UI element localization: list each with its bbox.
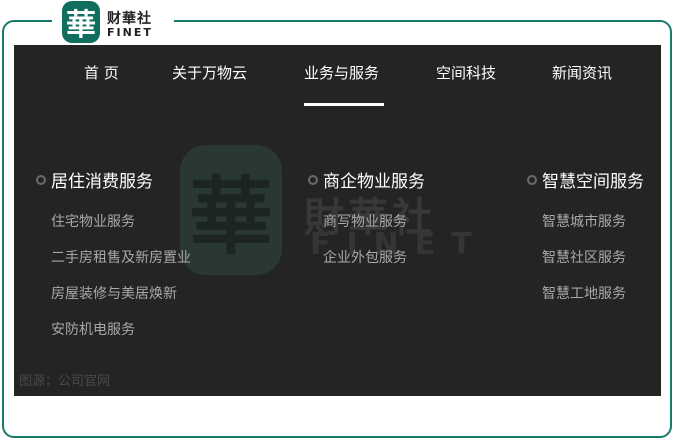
website-menu-panel: 華 財華社 FINET 首 页 关于万物云 业务与服务 空间科技 新闻资讯 居住…	[14, 45, 661, 396]
column-header: 居住消费服务	[36, 167, 296, 193]
finet-logo: 華 财華社 FINET	[52, 0, 174, 44]
menu-link[interactable]: 商写物业服务	[323, 211, 407, 231]
menu-column-smart-space: 智慧空间服务 智慧城市服务 智慧社区服务 智慧工地服务	[527, 167, 657, 367]
menu-link[interactable]: 房屋装修与美居焕新	[51, 283, 177, 303]
nav-item-business-services[interactable]: 业务与服务	[304, 62, 379, 83]
top-nav: 首 页 关于万物云 业务与服务 空间科技 新闻资讯	[14, 45, 661, 106]
bullet-dot-icon	[308, 175, 318, 185]
menu-link[interactable]: 智慧城市服务	[542, 211, 626, 231]
menu-link[interactable]: 智慧社区服务	[542, 247, 626, 267]
logo-name-cn: 财華社	[107, 11, 152, 27]
column-title[interactable]: 商企物业服务	[323, 167, 425, 192]
menu-link[interactable]: 智慧工地服务	[542, 283, 626, 303]
menu-link[interactable]: 安防机电服务	[51, 319, 135, 339]
menu-column-residential: 居住消费服务 住宅物业服务 二手房租售及新房置业 房屋装修与美居焕新 安防机电服…	[36, 167, 296, 367]
nav-item-home[interactable]: 首 页	[84, 62, 119, 83]
bullet-dot-icon	[36, 175, 46, 185]
column-title[interactable]: 智慧空间服务	[542, 167, 644, 192]
nav-item-about[interactable]: 关于万物云	[172, 62, 247, 83]
nav-item-news[interactable]: 新闻资讯	[552, 62, 612, 83]
menu-link[interactable]: 二手房租售及新房置业	[51, 247, 191, 267]
menu-link[interactable]: 住宅物业服务	[51, 211, 135, 231]
logo-seal-icon: 華	[62, 1, 100, 43]
menu-column-commercial: 商企物业服务 商写物业服务 企业外包服务	[308, 167, 508, 367]
bullet-dot-icon	[527, 175, 537, 185]
column-title[interactable]: 居住消费服务	[51, 167, 153, 192]
logo-name-en: FINET	[107, 26, 153, 39]
nav-item-space-tech[interactable]: 空间科技	[436, 62, 496, 83]
active-tab-indicator	[304, 103, 384, 106]
menu-link[interactable]: 企业外包服务	[323, 247, 407, 267]
column-header: 智慧空间服务	[527, 167, 657, 193]
image-source-caption: 图源：公司官网	[19, 374, 111, 389]
column-header: 商企物业服务	[308, 167, 508, 193]
